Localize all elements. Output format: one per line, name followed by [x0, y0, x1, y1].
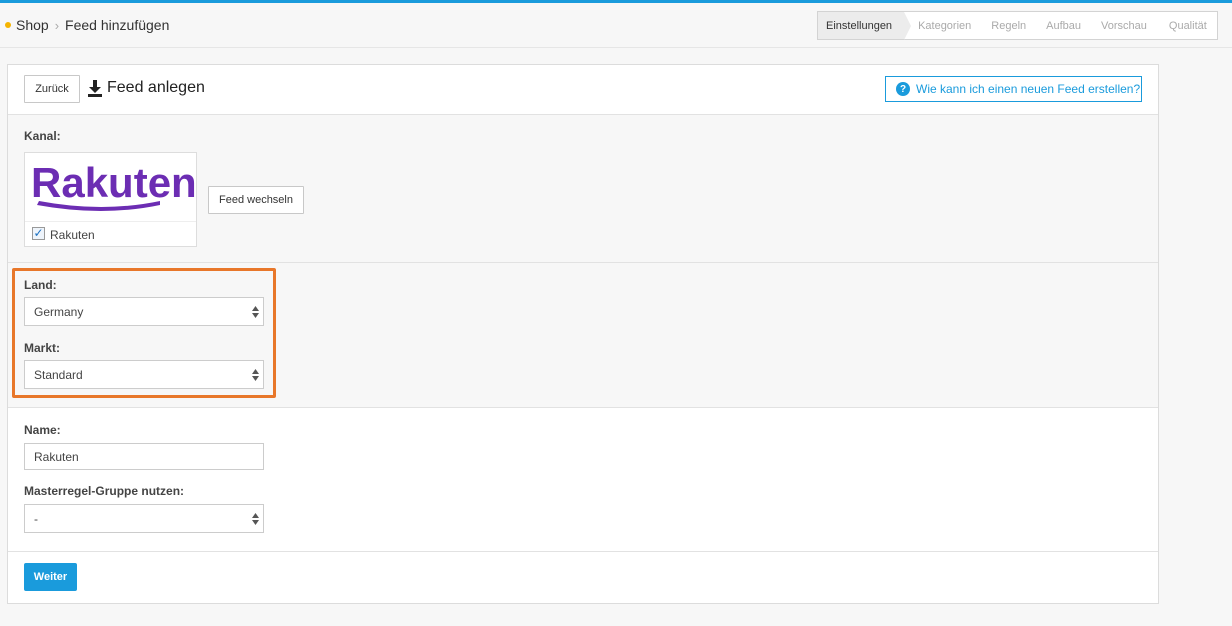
name-section: Name: Rakuten Masterregel-Gruppe nutzen:…: [8, 408, 1158, 552]
breadcrumb: Shop › Feed hinzufügen: [5, 17, 169, 33]
markt-select[interactable]: Standard: [24, 360, 264, 389]
channel-checkbox-label: Rakuten: [50, 228, 95, 242]
step-kategorien[interactable]: Kategorien: [904, 12, 979, 39]
land-select[interactable]: Germany: [24, 297, 264, 326]
page-header: Shop › Feed hinzufügen Einstellungen Kat…: [0, 3, 1232, 48]
channel-label: Kanal:: [24, 129, 61, 143]
panel-footer: Weiter: [8, 552, 1158, 604]
channel-card[interactable]: Rakuten ✓ Rakuten: [24, 152, 197, 247]
status-dot-icon: [5, 22, 11, 28]
step-qualitaet[interactable]: Qualität: [1155, 12, 1215, 39]
switch-feed-button[interactable]: Feed wechseln: [208, 186, 304, 214]
page-title-text: Feed anlegen: [107, 79, 205, 96]
feed-form-panel: Zurück Feed anlegen ? Wie kann ich einen…: [7, 64, 1159, 604]
channel-checkbox[interactable]: ✓: [32, 227, 45, 240]
rakuten-logo-text: Rakuten: [31, 159, 196, 206]
next-button[interactable]: Weiter: [24, 563, 77, 591]
land-select-value: Germany: [34, 304, 84, 319]
markt-select-value: Standard: [34, 367, 83, 382]
wizard-steps: Einstellungen Kategorien Regeln Aufbau V…: [817, 11, 1218, 40]
download-icon: [88, 79, 102, 97]
select-arrows-icon: [252, 369, 259, 381]
step-vorschau[interactable]: Vorschau: [1089, 12, 1155, 39]
step-einstellungen[interactable]: Einstellungen: [818, 12, 912, 40]
help-icon: ?: [896, 82, 910, 96]
select-arrows-icon: [252, 306, 259, 318]
chevron-right-icon: ›: [54, 17, 60, 33]
markt-label: Markt:: [24, 341, 61, 355]
back-button[interactable]: Zurück: [24, 75, 80, 103]
name-input[interactable]: Rakuten: [24, 443, 264, 470]
rakuten-logo: Rakuten: [25, 153, 197, 222]
master-group-label: Masterregel-Gruppe nutzen:: [24, 484, 185, 498]
breadcrumb-current: Feed hinzufügen: [65, 17, 170, 33]
land-label: Land:: [24, 278, 57, 292]
page-title: Feed anlegen: [87, 79, 205, 97]
channel-section: Kanal: Rakuten ✓ Rakuten Feed wechseln: [8, 115, 1158, 263]
step-aufbau[interactable]: Aufbau: [1034, 12, 1089, 39]
help-link[interactable]: ? Wie kann ich einen neuen Feed erstelle…: [885, 76, 1142, 102]
master-group-select[interactable]: -: [24, 504, 264, 533]
help-link-label: Wie kann ich einen neuen Feed erstellen?: [916, 82, 1141, 96]
step-regeln[interactable]: Regeln: [979, 12, 1034, 39]
select-arrows-icon: [252, 513, 259, 525]
country-market-section: Land: Germany Markt: Standard: [8, 263, 1158, 408]
panel-header: Zurück Feed anlegen ? Wie kann ich einen…: [8, 65, 1158, 115]
name-label: Name:: [24, 423, 61, 437]
breadcrumb-shop[interactable]: Shop: [16, 17, 49, 33]
master-group-select-value: -: [34, 511, 38, 526]
